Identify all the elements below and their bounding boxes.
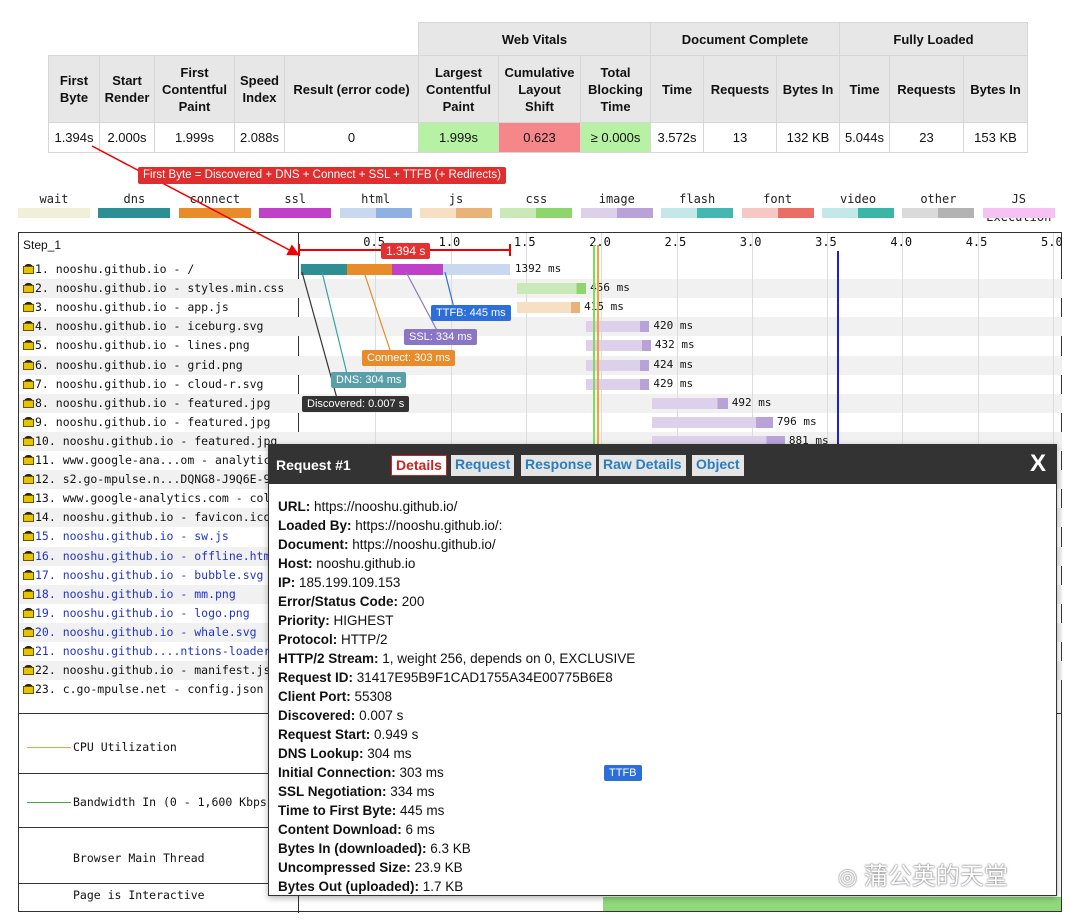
request-details-dialog: Request #1 Details Request Response Raw … <box>268 444 1057 896</box>
detail-value: 185.199.109.153 <box>299 575 401 590</box>
connect-callout: Connect: 303 ms <box>362 350 456 366</box>
watermark: ◎ 蒲公英的天堂 <box>838 863 1008 890</box>
detail-row: Initial Connection: 303 ms <box>278 763 635 782</box>
dialog-fields: URL: https://nooshu.github.io/Loaded By:… <box>278 497 635 896</box>
detail-key: Bytes In (downloaded): <box>278 841 427 856</box>
detail-key: Time to First Byte: <box>278 803 397 818</box>
detail-value: 303 ms <box>399 765 444 780</box>
detail-row: Bytes Out (uploaded): 1.7 KB <box>278 877 635 896</box>
detail-key: Host: <box>278 556 313 571</box>
detail-key: Bytes Out (uploaded): <box>278 879 419 894</box>
detail-value: HTTP/2 <box>341 632 388 647</box>
detail-key: IP: <box>278 575 296 590</box>
tab-raw-details[interactable]: Raw Details <box>599 455 686 476</box>
detail-row: Uncompressed Size: 23.9 KB <box>278 858 635 877</box>
detail-value: 304 ms <box>367 746 412 761</box>
detail-row: Host: nooshu.github.io <box>278 554 635 573</box>
detail-value: 334 ms <box>390 784 435 799</box>
detail-value: 23.9 KB <box>414 860 463 875</box>
discovered-callout: Discovered: 0.007 s <box>302 396 410 412</box>
detail-row: Loaded By: https://nooshu.github.io/: <box>278 516 635 535</box>
detail-row: Content Download: 6 ms <box>278 820 635 839</box>
detail-row: Error/Status Code: 200 <box>278 592 635 611</box>
detail-row: Bytes In (downloaded): 6.3 KB <box>278 839 635 858</box>
detail-key: Loaded By: <box>278 518 352 533</box>
detail-key: Error/Status Code: <box>278 594 399 609</box>
detail-value: 200 <box>401 594 425 609</box>
detail-key: Discovered: <box>278 708 356 723</box>
detail-key: Request Start: <box>278 727 371 742</box>
dialog-title: Request #1 <box>276 457 351 473</box>
detail-value: 31417E95B9F1CAD1755A34E00775B6E8 <box>356 670 613 685</box>
detail-value: nooshu.github.io <box>316 556 416 571</box>
detail-row: Request ID: 31417E95B9F1CAD1755A34E00775… <box>278 668 635 687</box>
detail-row: Discovered: 0.007 s <box>278 706 635 725</box>
detail-key: SSL Negotiation: <box>278 784 387 799</box>
tab-details[interactable]: Details <box>391 455 447 476</box>
wechat-icon: ◎ <box>838 864 858 889</box>
detail-value: 1.7 KB <box>422 879 464 894</box>
tab-request[interactable]: Request <box>451 455 515 476</box>
detail-row: Time to First Byte: 445 ms <box>278 801 635 820</box>
detail-key: Uncompressed Size: <box>278 860 411 875</box>
detail-value: https://nooshu.github.io/ <box>314 499 458 514</box>
detail-value: 55308 <box>354 689 393 704</box>
first-byte-formula: First Byte = Discovered + DNS + Connect … <box>138 167 506 184</box>
close-icon[interactable]: X <box>1030 449 1046 479</box>
detail-row: Protocol: HTTP/2 <box>278 630 635 649</box>
detail-value: 6.3 KB <box>430 841 471 856</box>
detail-key: Client Port: <box>278 689 351 704</box>
ttfb-short-callout: TTFB <box>604 765 642 781</box>
detail-value: 0.007 s <box>359 708 404 723</box>
detail-key: Protocol: <box>278 632 338 647</box>
detail-key: HTTP/2 Stream: <box>278 651 379 666</box>
detail-row: Request Start: 0.949 s <box>278 725 635 744</box>
detail-key: URL: <box>278 499 311 514</box>
tab-object[interactable]: Object <box>692 455 744 476</box>
detail-row: Client Port: 55308 <box>278 687 635 706</box>
detail-value: 6 ms <box>405 822 435 837</box>
detail-row: HTTP/2 Stream: 1, weight 256, depends on… <box>278 649 635 668</box>
dns-callout: DNS: 304 ms <box>331 372 407 388</box>
detail-value: 1, weight 256, depends on 0, EXCLUSIVE <box>382 651 636 666</box>
detail-row: URL: https://nooshu.github.io/ <box>278 497 635 516</box>
detail-value: 0.949 s <box>374 727 419 742</box>
ssl-callout: SSL: 334 ms <box>404 329 477 345</box>
detail-key: Content Download: <box>278 822 402 837</box>
detail-key: Document: <box>278 537 349 552</box>
detail-row: DNS Lookup: 304 ms <box>278 744 635 763</box>
detail-key: DNS Lookup: <box>278 746 364 761</box>
detail-row: IP: 185.199.109.153 <box>278 573 635 592</box>
dialog-header: Request #1 Details Request Response Raw … <box>269 445 1056 484</box>
detail-value: https://nooshu.github.io/: <box>355 518 503 533</box>
detail-key: Priority: <box>278 613 330 628</box>
detail-row: Priority: HIGHEST <box>278 611 635 630</box>
tab-response[interactable]: Response <box>521 455 596 476</box>
ttfb-callout: TTFB: 445 ms <box>431 305 511 321</box>
detail-value: HIGHEST <box>333 613 394 628</box>
detail-value: 445 ms <box>400 803 445 818</box>
detail-row: SSL Negotiation: 334 ms <box>278 782 635 801</box>
detail-row: Document: https://nooshu.github.io/ <box>278 535 635 554</box>
detail-key: Initial Connection: <box>278 765 396 780</box>
detail-key: Request ID: <box>278 670 354 685</box>
detail-value: https://nooshu.github.io/ <box>352 537 496 552</box>
